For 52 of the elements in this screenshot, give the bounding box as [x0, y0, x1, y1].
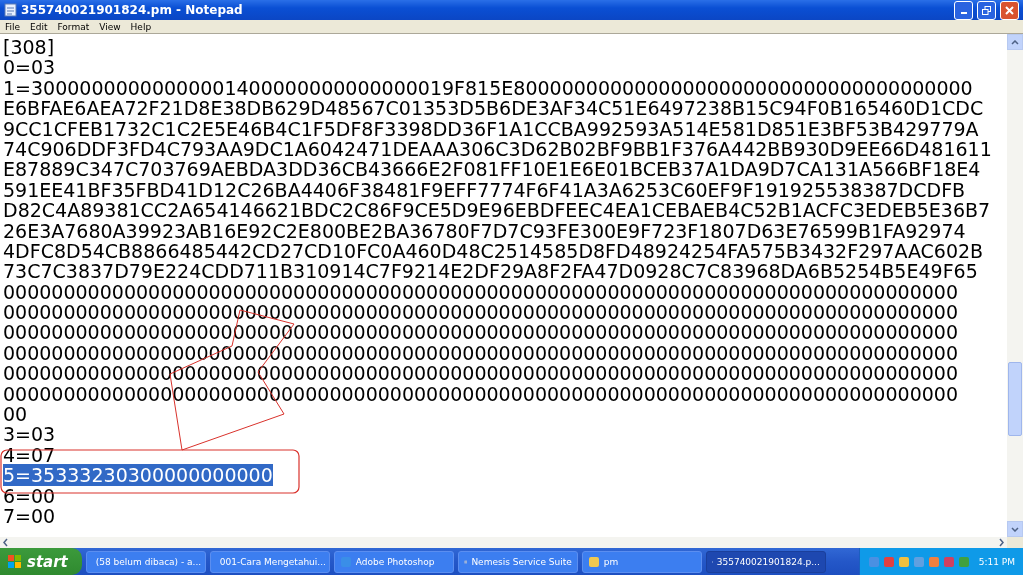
text-line: 74C906DDF3FD4C793AA9DC1A6042471DEAAA306C3D62B02BF9BB1F376A442BB930D9EE66D481611	[3, 137, 993, 159]
tray-icon	[957, 555, 970, 568]
text-line: 9CC1CFEB1732C1C2E5E46B4C1F5DF8F3398DD36F1A1CCBA992593A514E581D851E3BF53B429779A	[3, 117, 980, 138]
scrollbar-thumb[interactable]	[1008, 362, 1022, 436]
text-line: 4=07	[3, 443, 57, 465]
text-line: 7=00	[3, 505, 57, 526]
app-icon	[587, 555, 600, 568]
text-line: 591EE41BF35FBD41D12C26BA4406F38481F9EFF7774F6F41A3A6253C60EF9F191925538387DCDFB	[3, 178, 967, 200]
menu-item[interactable]: View	[99, 21, 121, 32]
text-line: 6=00	[3, 484, 57, 505]
minimize-button[interactable]	[954, 0, 973, 20]
text-line: E87889C347C703769AEBDA3DD36CB43666E2F081FF10E1E6E01BCEB37A1DA9D7CA131A566BF18E4	[3, 158, 982, 179]
tray-icon	[927, 555, 940, 568]
window-title: 355740021901824.pm - Notepad	[21, 3, 244, 17]
clock: 5:11 PM	[978, 556, 1015, 567]
taskbar-button[interactable]: pm	[581, 550, 702, 573]
text-line: 0=03	[3, 56, 57, 77]
menu-item[interactable]: File	[5, 21, 21, 32]
start-button[interactable]: start	[0, 548, 82, 575]
notepad-icon	[4, 3, 17, 17]
restore-icon	[982, 5, 991, 15]
menu-item[interactable]: Format	[57, 21, 90, 32]
text-line: 26E3A7680A39923AB16E92C2E800BE2BA36780F7D7C93FE300E9F723F1807D63E76599B1FA92974	[3, 219, 967, 240]
taskbar-button[interactable]: 001-Cara Mengetahui...	[209, 550, 330, 573]
text-line: 00	[3, 403, 29, 424]
tray-icon	[882, 555, 895, 568]
text-editor[interactable]	[0, 34, 1007, 537]
text-line: 0000000000000000000000000000000000000000000000000000000000000000000000000000000	[3, 280, 959, 302]
text-line: 73C7C3837D79E224CDD711B310914C7F9214E2DF29A8F2FA47D0928C7C83968DA6B5254B5E49F65	[3, 260, 979, 281]
text-line: [308]	[3, 36, 56, 57]
taskbar-button[interactable]: Nemesis Service Suite	[457, 550, 578, 573]
text-line: 1=30000000000000001400000000000000019F815E80000000000000000000000000000000000000	[3, 76, 974, 98]
vertical-scrollbar[interactable]	[1007, 34, 1023, 537]
menu-item[interactable]: Edit	[30, 21, 48, 32]
tray-icon	[942, 555, 955, 568]
tray-icon	[897, 555, 910, 568]
selected-text: 5=35333230300000000000	[3, 464, 273, 487]
text-line: 3=03	[3, 423, 57, 444]
taskbar-button[interactable]: 355740021901824.p...	[705, 550, 826, 573]
text-line: E6BFAE6AEA72F21D8E38DB629D48567C01353D5B6DE3AF34C51E6497238B15C94F0B165460D1CDC	[3, 97, 985, 118]
windows-flag-icon	[8, 554, 22, 569]
menu-item[interactable]: Help	[130, 21, 152, 32]
text-line: D82C4A89381CC2A654146621BDC2C86F9CE5D9E96EBDFEEC4EA1CEBAEB4C52B1ACFC3EDEB5E36B7	[3, 199, 992, 220]
text-line: 0000000000000000000000000000000000000000000000000000000000000000000000000000000	[3, 301, 959, 322]
taskbar-button[interactable]: (58 belum dibaca) - a...	[85, 550, 206, 573]
close-button[interactable]	[1000, 0, 1019, 20]
text-line: 4DFC8D54CB8866485442CD27CD10FC0A460D48C2514585D8FD48924254FA575B3432F297AAC602B	[3, 239, 985, 261]
close-icon	[1005, 5, 1014, 15]
tray-icon	[912, 555, 925, 568]
restore-button[interactable]	[977, 0, 996, 20]
taskbar-button[interactable]: Adobe Photoshop	[333, 550, 454, 573]
tray-icon	[867, 555, 880, 568]
